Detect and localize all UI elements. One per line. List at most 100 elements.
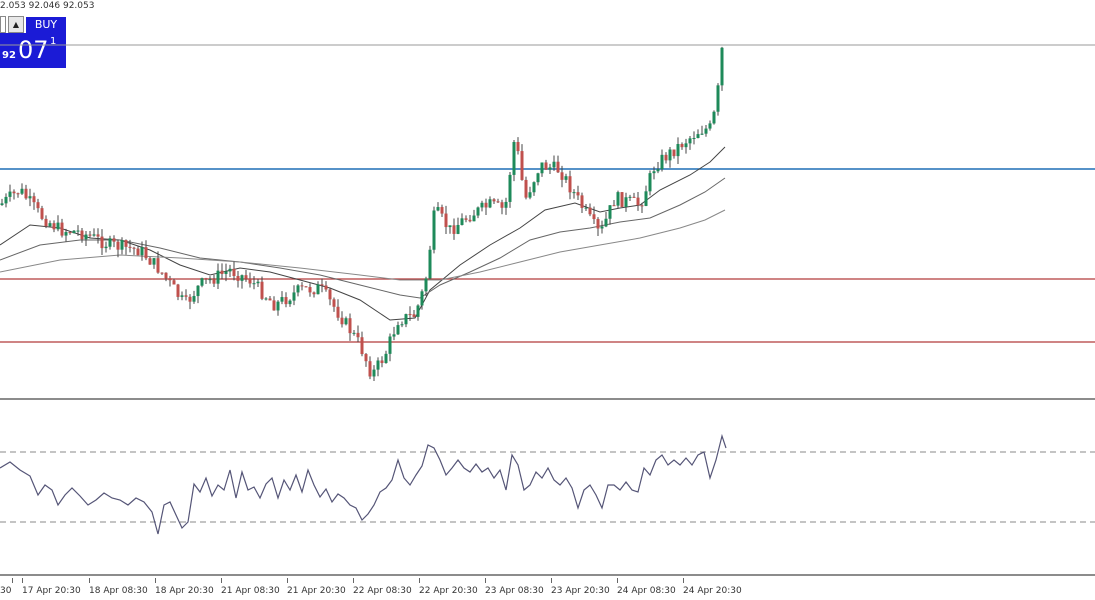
candle-body [100, 236, 104, 249]
candlestick-series [0, 46, 724, 382]
moving-average-fast [0, 146, 726, 321]
candle-body [596, 219, 600, 229]
candle-body [504, 201, 508, 208]
candle-body [4, 196, 8, 204]
candle-body [160, 272, 164, 274]
candle-body [392, 334, 396, 337]
time-axis-label: 22 Apr 08:30 [353, 586, 412, 596]
candle-body [312, 292, 316, 295]
candle-body [496, 201, 500, 203]
candle-body [668, 149, 672, 161]
candle-body [348, 318, 352, 334]
candle-body [428, 249, 432, 279]
candle-body [624, 197, 628, 207]
candle-body [616, 192, 620, 206]
candle-body [272, 300, 276, 311]
time-axis-label: 23 Apr 20:30 [551, 586, 610, 596]
candle-body [296, 285, 300, 293]
candle-body [32, 196, 36, 203]
candle-body [536, 173, 540, 183]
candle-body [372, 369, 376, 377]
candle-body [304, 286, 308, 288]
candle-body [608, 205, 612, 219]
candle-body [660, 154, 664, 170]
candle-body [256, 281, 260, 284]
candle-body [308, 287, 312, 293]
candle-body [240, 275, 244, 281]
candle-body [548, 167, 552, 170]
candle-body [476, 207, 480, 216]
candle-body [516, 142, 520, 152]
candle-body [580, 195, 584, 208]
candle-body [412, 314, 416, 317]
candle-body [136, 248, 140, 256]
candle-body [440, 207, 444, 214]
candle-body [300, 285, 304, 287]
candle-body [260, 281, 264, 299]
time-axis-tick [89, 578, 90, 583]
rsi-line [0, 433, 727, 535]
time-axis-tick [155, 578, 156, 583]
candle-body [456, 224, 460, 234]
candle-body [360, 337, 364, 355]
moving-average-mid [0, 177, 726, 299]
candle-body [556, 161, 560, 173]
candle-body [232, 268, 236, 277]
time-axis-label: 24 Apr 08:30 [617, 586, 676, 596]
candle-body [152, 258, 156, 265]
candle-body [104, 246, 108, 249]
candle-body [632, 196, 636, 198]
candle-body [380, 360, 384, 364]
candle-body [36, 202, 40, 209]
candle-body [224, 271, 228, 274]
candle-body [448, 225, 452, 228]
candle-body [112, 238, 116, 242]
candle-body [292, 292, 296, 301]
candle-body [288, 300, 292, 305]
candle-body [28, 196, 32, 199]
candle-body [72, 230, 76, 234]
candle-body [488, 199, 492, 208]
candle-body [432, 210, 436, 250]
candle-body [64, 232, 68, 236]
time-axis-label: 18 Apr 20:30 [155, 586, 214, 596]
candle-body [712, 111, 716, 124]
candle-body [692, 138, 696, 140]
candle-body [172, 280, 176, 285]
candle-body [452, 225, 456, 234]
candle-body [216, 270, 220, 284]
candle-body [84, 234, 88, 240]
candle-body [280, 297, 284, 302]
indicator-separator [0, 398, 1095, 400]
time-axis-tick [12, 578, 13, 583]
candle-body [12, 191, 16, 194]
candle-body [640, 205, 644, 207]
candle-body [164, 272, 168, 279]
candle-body [720, 47, 724, 86]
candle-body [252, 283, 256, 285]
candle-body [420, 291, 424, 306]
candle-body [600, 226, 604, 229]
candle-body [444, 213, 448, 228]
candle-body [492, 199, 496, 202]
candle-body [316, 284, 320, 295]
candle-body [540, 162, 544, 174]
candle-body [500, 202, 504, 208]
time-axis-tick [617, 578, 618, 583]
candle-body [564, 176, 568, 180]
candle-body [80, 230, 84, 240]
candle-body [184, 295, 188, 297]
candle-body [116, 241, 120, 250]
candle-body [176, 284, 180, 297]
candle-body [716, 85, 720, 112]
time-axis-label: 22 Apr 20:30 [419, 586, 478, 596]
time-axis-label: 17 Apr 20:30 [22, 586, 81, 596]
candle-body [48, 223, 52, 227]
candle-body [8, 191, 12, 197]
candle-body [144, 247, 148, 259]
candle-body [208, 279, 212, 281]
time-axis-label: 18 Apr 08:30 [89, 586, 148, 596]
candle-body [436, 207, 440, 211]
price-chart[interactable] [0, 0, 1095, 600]
candle-body [568, 176, 572, 193]
